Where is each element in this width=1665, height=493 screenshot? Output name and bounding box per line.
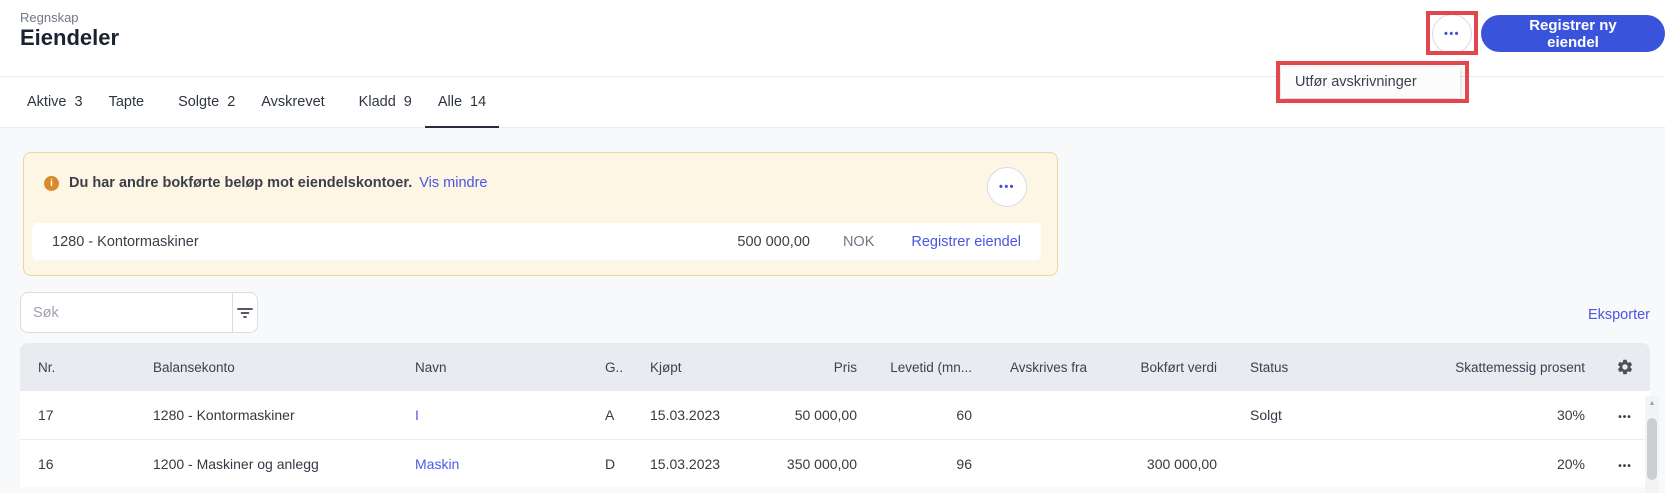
cell-balansekonto: 1280 - Kontormaskiner xyxy=(135,391,397,439)
col-header-kjopt: Kjøpt xyxy=(632,343,737,391)
column-settings-button[interactable] xyxy=(1616,358,1634,376)
col-header-bokfort-verdi: Bokført verdi xyxy=(1102,343,1232,391)
more-options-icon: ••• xyxy=(999,182,1015,193)
table-row: 16 1200 - Maskiner og anlegg Maskin D 15… xyxy=(20,439,1650,487)
banner-account-row: 1280 - Kontormaskiner 500 000,00 NOK Reg… xyxy=(32,223,1041,260)
account-amount: 500 000,00 xyxy=(737,234,810,250)
row-menu-button[interactable]: ••• xyxy=(1618,412,1632,423)
tab-solgte[interactable]: Solgte 2 xyxy=(165,77,248,127)
tab-alle[interactable]: Alle 14 xyxy=(425,77,499,127)
cell-avskrives-fra xyxy=(987,439,1102,487)
more-options-icon: ••• xyxy=(1444,29,1460,40)
cell-balansekonto: 1200 - Maskiner og anlegg xyxy=(135,439,397,487)
tab-label: Aktive xyxy=(27,94,67,110)
tab-count: 3 xyxy=(75,94,83,110)
info-icon: i xyxy=(44,176,59,191)
col-header-nr: Nr. xyxy=(20,343,135,391)
tab-label: Kladd xyxy=(359,94,396,110)
cell-g: A xyxy=(587,391,632,439)
show-less-link[interactable]: Vis mindre xyxy=(419,175,487,191)
account-name: 1280 - Kontormaskiner xyxy=(52,234,737,250)
asset-name-link[interactable]: Maskin xyxy=(415,456,459,472)
tab-count: 9 xyxy=(404,94,412,110)
breadcrumb: Regnskap xyxy=(20,10,79,25)
col-header-levetid: Levetid (mn... xyxy=(872,343,987,391)
table-scrollbar[interactable]: ▲ xyxy=(1645,396,1659,493)
cell-pris: 50 000,00 xyxy=(737,391,872,439)
asset-name-link[interactable]: I xyxy=(415,407,419,423)
col-header-navn: Navn xyxy=(397,343,587,391)
search-box xyxy=(20,292,258,333)
register-asset-link[interactable]: Registrer eiendel xyxy=(911,234,1021,250)
asset-table: Nr. Balansekonto Navn G.. Kjøpt Pris Lev… xyxy=(20,343,1650,493)
cell-status xyxy=(1232,439,1434,487)
cell-levetid: 60 xyxy=(872,391,987,439)
account-currency: NOK xyxy=(843,234,874,250)
warning-message: Du har andre bokførte beløp mot eiendels… xyxy=(69,175,412,191)
col-header-balansekonto: Balansekonto xyxy=(135,343,397,391)
table-header-row: Nr. Balansekonto Navn G.. Kjøpt Pris Lev… xyxy=(20,343,1650,391)
cell-nr: 17 xyxy=(20,391,135,439)
tab-label: Solgte xyxy=(178,94,219,110)
scrollbar-up-arrow-icon[interactable]: ▲ xyxy=(1645,400,1659,407)
filter-button[interactable] xyxy=(232,293,257,332)
scrollbar-thumb[interactable] xyxy=(1647,418,1657,480)
cell-skattemessig-prosent: 30% xyxy=(1434,391,1600,439)
cell-levetid: 96 xyxy=(872,439,987,487)
cell-pris: 350 000,00 xyxy=(737,439,872,487)
tab-count: 2 xyxy=(227,94,235,110)
tab-label: Avskrevet xyxy=(261,94,324,110)
register-new-asset-button[interactable]: Registrer ny eiendel xyxy=(1481,15,1665,52)
col-header-status: Status xyxy=(1232,343,1434,391)
col-header-g: G.. xyxy=(587,343,632,391)
col-header-pris: Pris xyxy=(737,343,872,391)
cell-kjopt: 15.03.2023 xyxy=(632,391,737,439)
filter-lines-icon xyxy=(237,306,253,320)
tab-kladd[interactable]: Kladd 9 xyxy=(346,77,425,127)
cell-bokfort-verdi xyxy=(1102,391,1232,439)
gear-icon xyxy=(1616,358,1634,376)
menu-item-utfor-avskrivninger[interactable]: Utfør avskrivninger xyxy=(1281,66,1460,98)
col-header-skattemessig-prosent: Skattemessig prosent xyxy=(1434,343,1600,391)
content-area: i Du har andre bokførte beløp mot eiende… xyxy=(0,128,1665,493)
banner-more-options-button[interactable]: ••• xyxy=(987,167,1027,207)
tab-aktive[interactable]: Aktive 3 xyxy=(14,77,96,127)
cell-nr: 16 xyxy=(20,439,135,487)
col-header-avskrives-fra: Avskrives fra xyxy=(987,343,1102,391)
cell-avskrives-fra xyxy=(987,391,1102,439)
tab-label: Alle xyxy=(438,94,462,110)
warning-banner: i Du har andre bokførte beløp mot eiende… xyxy=(23,152,1058,276)
tab-count: 14 xyxy=(470,94,486,110)
cell-kjopt: 15.03.2023 xyxy=(632,439,737,487)
export-link[interactable]: Eksporter xyxy=(1588,307,1650,323)
cell-bokfort-verdi: 300 000,00 xyxy=(1102,439,1232,487)
header-more-options-button[interactable]: ••• xyxy=(1432,14,1472,54)
tab-tapte[interactable]: Tapte xyxy=(96,77,165,127)
cell-g: D xyxy=(587,439,632,487)
cell-skattemessig-prosent: 20% xyxy=(1434,439,1600,487)
page-title: Eiendeler xyxy=(20,25,119,51)
tab-avskrevet[interactable]: Avskrevet xyxy=(248,77,345,127)
warning-banner-header: i Du har andre bokførte beløp mot eiende… xyxy=(44,175,487,191)
row-menu-button[interactable]: ••• xyxy=(1618,461,1632,472)
table-row: 17 1280 - Kontormaskiner I A 15.03.2023 … xyxy=(20,391,1650,439)
tab-label: Tapte xyxy=(109,94,144,110)
search-input[interactable] xyxy=(21,293,232,332)
cell-status: Solgt xyxy=(1232,391,1434,439)
